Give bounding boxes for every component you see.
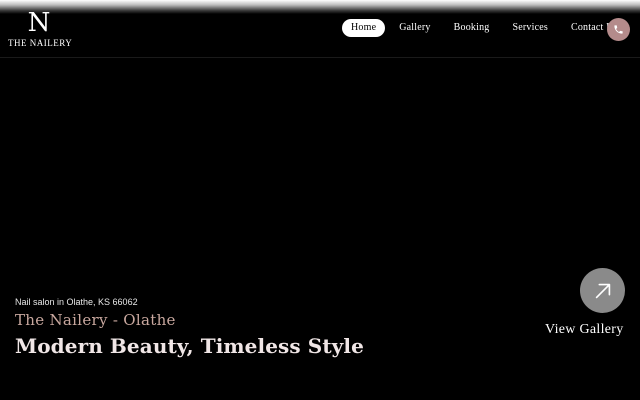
hero-subtitle: Nail salon in Olathe, KS 66062 — [15, 297, 138, 307]
phone-button[interactable] — [607, 18, 630, 41]
phone-icon — [614, 25, 623, 34]
main-nav: Home Gallery Booking Services Contact Us — [342, 19, 632, 37]
logo-text: THE NAILERY — [8, 38, 73, 48]
logo[interactable]: N THE NAILERY — [8, 8, 73, 52]
nav-services[interactable]: Services — [504, 19, 557, 37]
logo-mark: N — [27, 8, 51, 38]
hero-title: Modern Beauty, Timeless Style — [15, 334, 364, 358]
view-gallery-button[interactable] — [580, 268, 625, 313]
nav-home[interactable]: Home — [342, 19, 386, 37]
site-header: N THE NAILERY Home Gallery Booking Servi… — [0, 8, 640, 58]
view-gallery-link[interactable]: View Gallery — [545, 322, 624, 338]
nav-gallery[interactable]: Gallery — [390, 19, 439, 37]
nav-booking[interactable]: Booking — [445, 19, 499, 37]
hero-brand: The Nailery - Olathe — [15, 311, 176, 329]
arrow-up-right-icon — [595, 283, 610, 298]
